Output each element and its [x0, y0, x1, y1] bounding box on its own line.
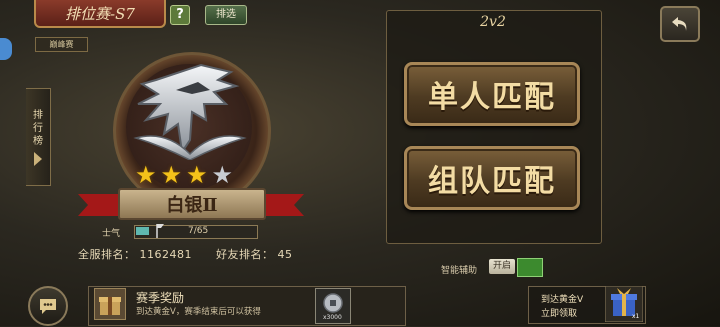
- filter-button[interactable]: 排选: [205, 5, 247, 25]
- team-match-button[interactable]: 组队匹配: [404, 146, 580, 210]
- blue-tab-icon[interactable]: [0, 38, 12, 60]
- global-rank: 全服排名： 1162481: [78, 248, 192, 261]
- help-button[interactable]: ?: [170, 5, 190, 25]
- gold-reward-line2: 立即领取: [541, 309, 578, 319]
- leaderboard-char: 榜: [33, 135, 43, 147]
- eagle-emblem-icon: [133, 63, 247, 160]
- flag-icon: [156, 224, 164, 238]
- chat-bubble-icon: [40, 299, 56, 314]
- leaderboard-char: 排: [33, 109, 43, 121]
- star-filled-icon: ★: [186, 161, 208, 189]
- star-filled-icon: ★: [160, 161, 183, 189]
- star-empty-icon: ★: [211, 161, 234, 189]
- star-filled-icon: ★: [135, 161, 157, 189]
- chat-button[interactable]: [28, 286, 68, 326]
- match-mode-title: 2v2: [480, 14, 506, 30]
- morale-value: 7/65: [188, 226, 209, 236]
- leaderboard-char: 行: [33, 122, 43, 134]
- gift-box-icon: [94, 288, 126, 320]
- season-reward-title: 赛季奖励: [136, 291, 185, 305]
- smart-assist-label: 智能辅助: [441, 266, 478, 276]
- reward-item-count: x3000: [323, 314, 342, 321]
- leaderboard-tab[interactable]: 排 行 榜: [26, 88, 51, 186]
- smart-assist-indicator[interactable]: [517, 258, 543, 277]
- smart-assist-toggle[interactable]: 开启: [489, 259, 515, 274]
- tier-badge[interactable]: 巅峰赛: [35, 37, 88, 52]
- page-title: 排位赛-S7: [34, 0, 166, 28]
- gold-reward-count: x1: [632, 313, 640, 320]
- back-arrow-icon: [672, 17, 687, 31]
- morale-label: 士气: [102, 229, 121, 239]
- gold-reward-line1: 到达黄金Ⅴ: [541, 295, 584, 305]
- season-reward-desc: 到达黄金Ⅴ，赛季结束后可以获得: [136, 307, 261, 317]
- friend-rank: 好友排名： 45: [216, 248, 293, 261]
- rank-name: 白银Ⅱ: [118, 188, 266, 220]
- solo-match-button[interactable]: 单人匹配: [404, 62, 580, 126]
- morale-bar-fill: [136, 227, 149, 235]
- rank-stars: ★ ★ ★ ★: [135, 163, 233, 187]
- arrow-right-icon: [34, 151, 42, 166]
- back-button[interactable]: [660, 6, 700, 42]
